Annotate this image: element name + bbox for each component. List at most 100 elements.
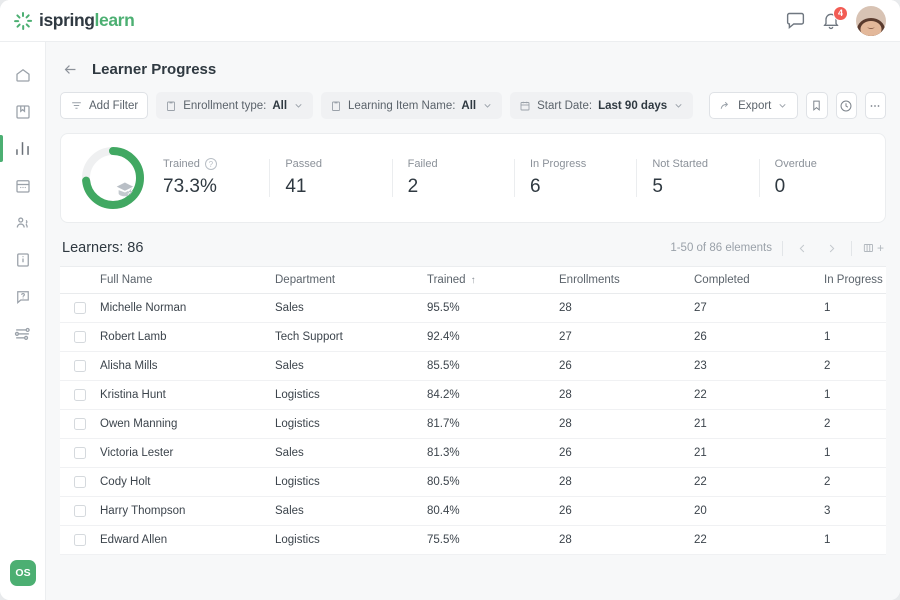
sidebar-item-calendar[interactable] [0,167,46,204]
cell-completed: 23 [694,360,824,372]
stat-in-progress: In Progress 6 [514,158,636,198]
cell-in-progress: 1 [824,389,886,401]
stat-overdue-value: 0 [775,176,865,198]
cell-in-progress: 1 [824,331,886,343]
sidebar-item-home[interactable] [0,56,46,93]
main-content: Learner Progress Add Filter [46,42,900,600]
stat-not-started-value: 5 [652,176,742,198]
column-header-enrollments[interactable]: Enrollments [559,274,694,286]
pagination-range: 1-50 of 86 elements [670,242,772,254]
account-badge[interactable]: OS [10,560,36,586]
column-header-full-name[interactable]: Full Name [100,274,275,286]
table-row[interactable]: Edward AllenLogistics75.5%28221 [60,526,886,555]
cell-in-progress: 2 [824,418,886,430]
sidebar-item-help[interactable] [0,278,46,315]
avatar[interactable] [856,6,886,36]
cell-full-name: Owen Manning [100,418,275,430]
chevron-down-icon [777,100,788,111]
chat-bubble-icon[interactable] [785,10,806,31]
page-title: Learner Progress [92,61,216,78]
stat-overdue-label: Overdue [775,158,865,170]
table-header-row: Full Name Department Trained ↑ Enrollmen… [60,267,886,294]
row-select-cell [60,505,100,517]
table-row[interactable]: Victoria LesterSales81.3%26211 [60,439,886,468]
more-actions-button[interactable] [865,92,886,119]
cell-trained: 75.5% [427,534,559,546]
help-icon[interactable]: ? [205,158,217,170]
filter-enrollment-type[interactable]: Enrollment type: All [156,92,313,119]
column-header-department[interactable]: Department [275,274,427,286]
ellipsis-icon [868,99,882,113]
table-row[interactable]: Cody HoltLogistics80.5%28222 [60,468,886,497]
calendar-icon [519,100,531,112]
history-button[interactable] [836,92,857,119]
cell-trained: 80.5% [427,476,559,488]
row-checkbox[interactable] [74,418,86,430]
sidebar: OS [0,42,46,600]
cell-in-progress: 1 [824,534,886,546]
cell-department: Sales [275,360,427,372]
sidebar-item-courses[interactable] [0,93,46,130]
divider [851,241,852,256]
row-checkbox[interactable] [74,360,86,372]
cell-department: Sales [275,302,427,314]
app-body: OS Learner Progress [0,42,900,600]
top-bar-actions: 4 [785,6,886,36]
column-header-completed[interactable]: Completed [694,274,824,286]
cell-completed: 22 [694,534,824,546]
row-checkbox[interactable] [74,302,86,314]
stat-overdue: Overdue 0 [759,158,881,198]
sidebar-item-library[interactable] [0,241,46,278]
arrow-left-icon[interactable] [62,61,79,78]
stat-trained-label-wrap: Trained ? [163,158,253,170]
table-row[interactable]: Alisha MillsSales85.5%26232 [60,352,886,381]
trained-donut-chart [79,144,147,212]
sort-ascending-icon: ↑ [471,275,476,286]
table-row[interactable]: Harry ThompsonSales80.4%26203 [60,497,886,526]
filter-start-date[interactable]: Start Date: Last 90 days [510,92,693,119]
home-icon [14,66,32,84]
cell-department: Logistics [275,389,427,401]
cell-department: Sales [275,447,427,459]
row-checkbox[interactable] [74,505,86,517]
row-checkbox[interactable] [74,389,86,401]
column-header-in-progress[interactable]: In Progress [824,274,886,286]
stat-failed-value: 2 [408,176,498,198]
table-row[interactable]: Robert LambTech Support92.4%27261 [60,323,886,352]
bookmark-button[interactable] [806,92,827,119]
cell-in-progress: 1 [824,447,886,459]
cell-enrollments: 28 [559,418,694,430]
avatar-smile [868,25,875,29]
add-column-button[interactable]: + [862,241,884,255]
row-checkbox[interactable] [74,447,86,459]
cell-enrollments: 26 [559,505,694,517]
add-filter-label: Add Filter [89,100,138,112]
cell-enrollments: 28 [559,389,694,401]
sidebar-item-users[interactable] [0,204,46,241]
row-select-cell [60,418,100,430]
pagination-prev-button[interactable] [793,242,812,255]
chart-bar-icon [13,139,32,158]
add-filter-button[interactable]: Add Filter [60,92,148,119]
row-checkbox[interactable] [74,331,86,343]
stat-passed-value: 41 [285,176,375,198]
info-box-icon [14,251,32,269]
row-checkbox[interactable] [74,534,86,546]
filter-learning-item-name[interactable]: Learning Item Name: All [321,92,502,119]
stat-failed-label: Failed [408,158,498,170]
sidebar-item-settings[interactable] [0,315,46,352]
app-logo[interactable]: ispringlearn [14,10,134,31]
notifications-button[interactable]: 4 [821,11,841,31]
sidebar-item-reports[interactable] [0,130,46,167]
table-row[interactable]: Michelle NormanSales95.5%28271 [60,294,886,323]
pagination-next-button[interactable] [822,242,841,255]
filter-enrollment-type-label: Enrollment type: [183,100,266,112]
row-checkbox[interactable] [74,476,86,488]
cell-in-progress: 2 [824,476,886,488]
cell-in-progress: 2 [824,360,886,372]
table-row[interactable]: Kristina HuntLogistics84.2%28221 [60,381,886,410]
table-row[interactable]: Owen ManningLogistics81.7%28212 [60,410,886,439]
column-header-trained[interactable]: Trained ↑ [427,274,559,286]
export-button[interactable]: Export [709,92,798,119]
stat-failed: Failed 2 [392,158,514,198]
